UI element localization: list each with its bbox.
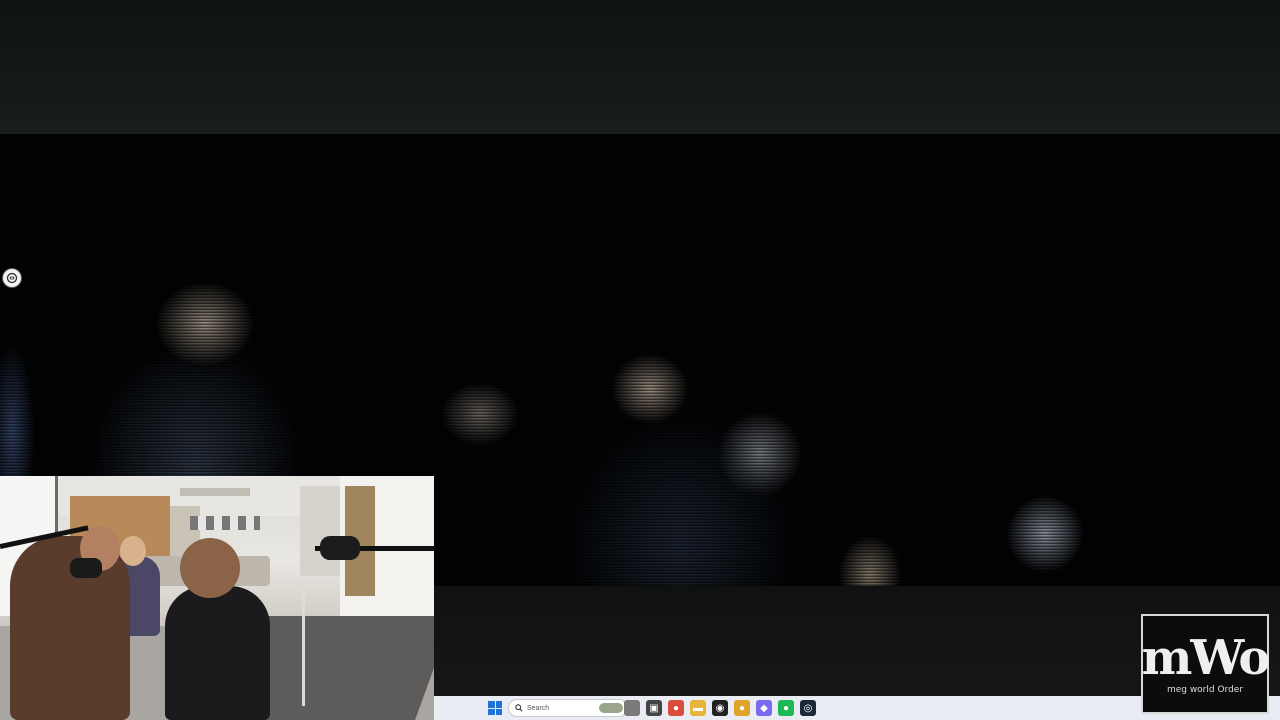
microphone-left: [70, 558, 102, 578]
person-right-head: [180, 538, 240, 598]
webcam-overlay: [0, 476, 434, 720]
spotify-icon[interactable]: ●: [778, 700, 794, 716]
search-highlight-icon: [599, 703, 623, 713]
top-band: [0, 0, 1280, 134]
taskbar-apps: ▣ ● ▬ ◉ ● ◆ ● ◎: [624, 700, 816, 716]
search-icon: [515, 704, 523, 712]
logo-mark: mWo: [1141, 630, 1271, 686]
steam-icon[interactable]: ◎: [800, 700, 816, 716]
microphone-right: [320, 536, 360, 560]
taskbar-search[interactable]: Search: [508, 699, 628, 717]
chrome-icon[interactable]: ●: [668, 700, 684, 716]
chrome-alt-icon[interactable]: ●: [734, 700, 750, 716]
room-picture-frames: [190, 516, 260, 530]
expand-icon[interactable]: [2, 268, 22, 288]
light-stand: [302, 586, 305, 706]
folder-icon[interactable]: ▬: [690, 700, 706, 716]
start-button[interactable]: [488, 701, 502, 715]
person-right: [165, 586, 270, 720]
discord-icon[interactable]: ◆: [756, 700, 772, 716]
media-icon[interactable]: ◉: [712, 700, 728, 716]
channel-logo: mWo meg world Order: [1141, 614, 1271, 714]
file-explorer-icon[interactable]: [624, 700, 640, 716]
room-door: [300, 486, 340, 576]
room-shelf: [180, 488, 250, 496]
logo-subtitle: meg world Order: [1166, 685, 1244, 695]
task-view-icon[interactable]: ▣: [646, 700, 662, 716]
search-label: Search: [527, 704, 550, 712]
